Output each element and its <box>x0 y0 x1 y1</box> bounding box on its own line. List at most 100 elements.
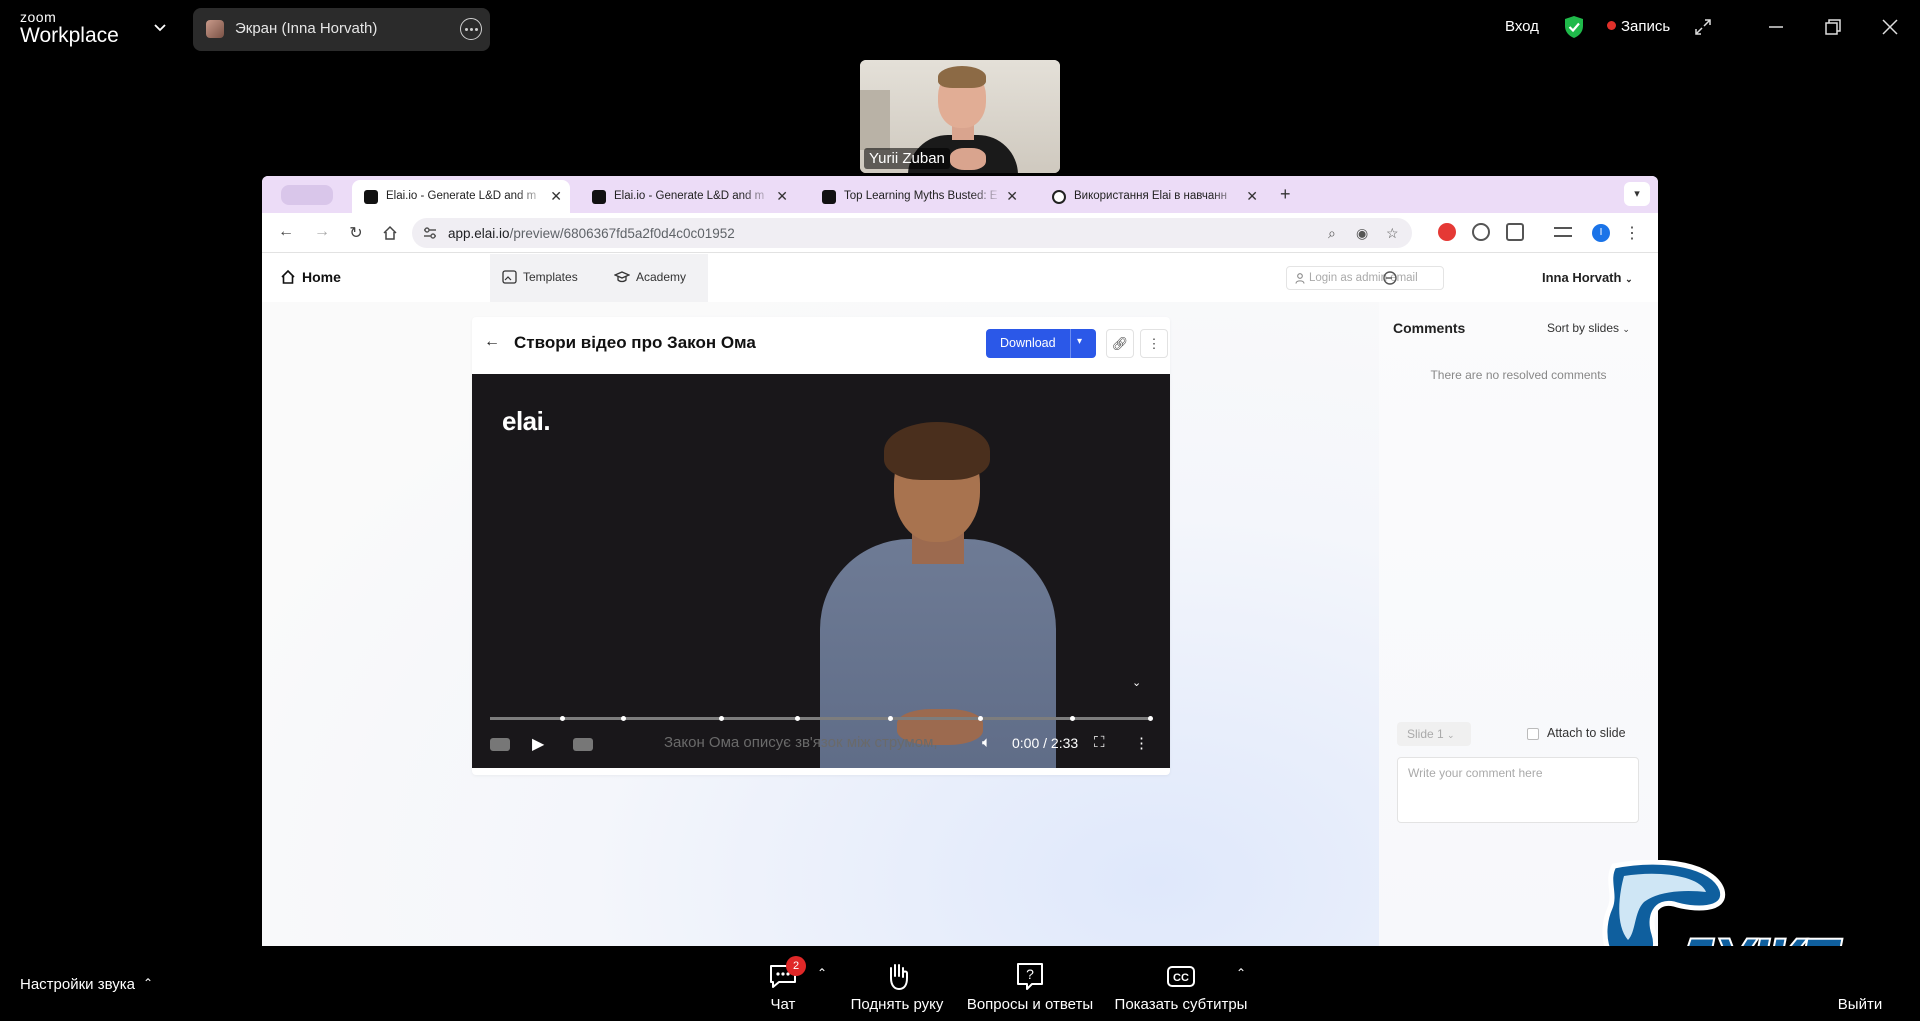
tab-close-icon[interactable]: ✕ <box>1006 188 1018 205</box>
home-icon[interactable] <box>380 225 400 241</box>
tab-fade <box>516 180 546 213</box>
url-path: /preview/6806367fd5a2f0d4c0c01952 <box>509 226 735 241</box>
url-text[interactable]: app.elai.io/preview/6806367fd5a2f0d4c0c0… <box>448 226 735 241</box>
slide-marker[interactable] <box>1070 716 1075 721</box>
logout-history-icon[interactable] <box>1382 270 1398 286</box>
previous-slide-icon[interactable] <box>490 738 510 751</box>
more-vertical-icon[interactable]: ⋮ <box>1140 329 1168 358</box>
zoom-magnifier-icon[interactable]: ⌕ <box>1328 225 1336 242</box>
browser-tab-3[interactable]: Top Learning Myths Busted: E ✕ <box>810 180 1026 213</box>
slide-selector[interactable]: Slide 1 ⌄ <box>1397 722 1471 746</box>
next-slide-icon[interactable] <box>573 738 593 751</box>
tab-close-icon[interactable]: ✕ <box>550 188 562 205</box>
zoom-bottom-bar: Настройки звука ⌃ Чат 2 ⌃ Поднять руку ? … <box>0 946 1920 1021</box>
browser-tab-2[interactable]: Elai.io - Generate L&D and m ✕ <box>580 180 796 213</box>
sharer-avatar <box>206 20 224 38</box>
security-shield-icon[interactable] <box>1563 15 1585 39</box>
address-bar[interactable]: app.elai.io/preview/6806367fd5a2f0d4c0c0… <box>412 218 1412 248</box>
browser-tab-strip: Elai.io - Generate L&D and m ✕ Elai.io -… <box>262 176 1658 213</box>
sort-dropdown[interactable]: Sort by slides ⌄ <box>1547 321 1630 335</box>
fullscreen-icon[interactable]: ⛶ <box>1094 734 1105 751</box>
slide-marker[interactable] <box>795 716 800 721</box>
tab-fade <box>1212 180 1242 213</box>
download-dropdown-icon[interactable]: ▾ <box>1077 336 1082 347</box>
download-button[interactable]: Download ▾ <box>986 329 1096 358</box>
browser-tab-4[interactable]: Використання Elai в навчанн ✕ <box>1040 180 1266 213</box>
download-label: Download <box>1000 336 1056 350</box>
elai-favicon-icon <box>592 190 606 204</box>
browser-toolbar: ← → ↻ app.elai.io/preview/6806367fd5a2f0… <box>262 213 1658 253</box>
attach-checkbox[interactable] <box>1527 728 1539 740</box>
tab-close-icon[interactable]: ✕ <box>776 188 788 205</box>
puzzle-extensions-icon[interactable] <box>1506 223 1524 241</box>
browser-menu-icon[interactable]: ⋮ <box>1622 223 1642 243</box>
slide-marker[interactable] <box>560 716 565 721</box>
raise-hand-button[interactable]: Поднять руку <box>847 946 947 1014</box>
slide-marker[interactable] <box>1148 716 1153 721</box>
record-dot-icon <box>1607 21 1616 30</box>
video-caption: Закон Ома описує зв'язок між струмом, <box>664 734 938 751</box>
attach-label: Attach to slide <box>1547 726 1626 740</box>
home-nav-link[interactable]: Home <box>280 269 341 285</box>
close-icon[interactable] <box>1880 17 1900 37</box>
participant-hands <box>950 148 986 170</box>
adblock-extension-icon[interactable] <box>1438 223 1456 241</box>
chevron-up-icon[interactable]: ⌃ <box>817 966 827 980</box>
eye-icon[interactable]: ◉ <box>1356 225 1368 242</box>
tab-fade <box>972 180 1002 213</box>
chevron-down-icon: ⌄ <box>1622 324 1630 334</box>
video-progress-bar[interactable] <box>490 717 1150 720</box>
media-control-icon[interactable] <box>1554 227 1572 237</box>
reload-icon[interactable]: ↻ <box>346 223 366 243</box>
extension-icon[interactable] <box>1472 223 1490 241</box>
elai-favicon-icon <box>364 190 378 204</box>
user-menu[interactable]: Inna Horvath ⌄ <box>1542 270 1633 285</box>
tab-close-icon[interactable]: ✕ <box>1246 188 1258 205</box>
play-icon[interactable]: ▶ <box>532 734 544 754</box>
chevron-up-icon[interactable]: ⌃ <box>1236 966 1246 980</box>
screen-share-pill[interactable]: Экран (Inna Horvath) <box>193 8 490 51</box>
qa-label: Вопросы и ответы <box>966 996 1094 1013</box>
link-icon[interactable]: 🔗︎ <box>1106 329 1134 358</box>
tab-title: Elai.io - Generate L&D and m <box>386 190 537 202</box>
academy-nav-link[interactable]: Academy <box>613 270 686 284</box>
slide-marker[interactable] <box>888 716 893 721</box>
minimize-icon[interactable] <box>1766 17 1786 37</box>
tab-search-chevron-icon[interactable]: ▾ <box>1624 182 1650 206</box>
templates-nav-link[interactable]: Templates <box>502 270 578 284</box>
login-as-admin-input[interactable]: Login as admin email <box>1286 266 1444 290</box>
comments-panel: Comments Sort by slides ⌄ There are no r… <box>1379 302 1658 946</box>
browser-tab-1[interactable]: Elai.io - Generate L&D and m ✕ <box>352 180 570 213</box>
question-icon: ? <box>1017 963 1043 990</box>
new-tab-icon[interactable]: + <box>1280 184 1291 205</box>
audio-settings-button[interactable]: Настройки звука ⌃ <box>20 976 153 993</box>
fullscreen-icon[interactable] <box>1693 17 1713 37</box>
slide-marker[interactable] <box>978 716 983 721</box>
volume-icon[interactable]: 🔈︎ <box>982 734 991 751</box>
slide-marker[interactable] <box>719 716 724 721</box>
back-arrow-icon[interactable]: ← <box>484 333 500 351</box>
preview-canvas: ← Створи відео про Закон Ома Download ▾ … <box>262 302 1379 946</box>
video-player[interactable]: elai. ⌄ ▶ Закон Ома описує зв'язок між с… <box>472 374 1170 768</box>
leave-button[interactable]: Выйти <box>1830 946 1890 1014</box>
comment-textarea[interactable]: Write your comment here <box>1397 757 1639 823</box>
participant-video-thumbnail[interactable]: Yurii Zuban <box>860 60 1060 173</box>
qa-button[interactable]: ? Вопросы и ответы <box>965 946 1095 1014</box>
recording-label: Запись <box>1621 18 1671 35</box>
bookmark-star-icon[interactable]: ☆ <box>1386 225 1399 242</box>
forward-arrow-icon[interactable]: → <box>312 223 332 241</box>
site-settings-icon[interactable] <box>422 225 438 241</box>
more-vertical-icon[interactable]: ⋮ <box>1134 734 1149 752</box>
double-chevron-down-icon[interactable]: ⌄ <box>1132 676 1141 689</box>
tab-group-icon[interactable] <box>281 185 333 205</box>
signin-button[interactable]: Вход <box>1505 18 1539 35</box>
chevron-down-icon[interactable] <box>150 20 170 36</box>
back-arrow-icon[interactable]: ← <box>276 223 296 241</box>
captions-button[interactable]: CC Показать субтитры <box>1112 946 1250 1014</box>
recording-indicator[interactable]: Запись <box>1607 18 1670 35</box>
slide-marker[interactable] <box>621 716 626 721</box>
profile-avatar[interactable]: I <box>1592 224 1610 242</box>
more-options-icon[interactable] <box>460 18 482 40</box>
restore-icon[interactable] <box>1823 17 1843 37</box>
home-label: Home <box>302 269 341 285</box>
